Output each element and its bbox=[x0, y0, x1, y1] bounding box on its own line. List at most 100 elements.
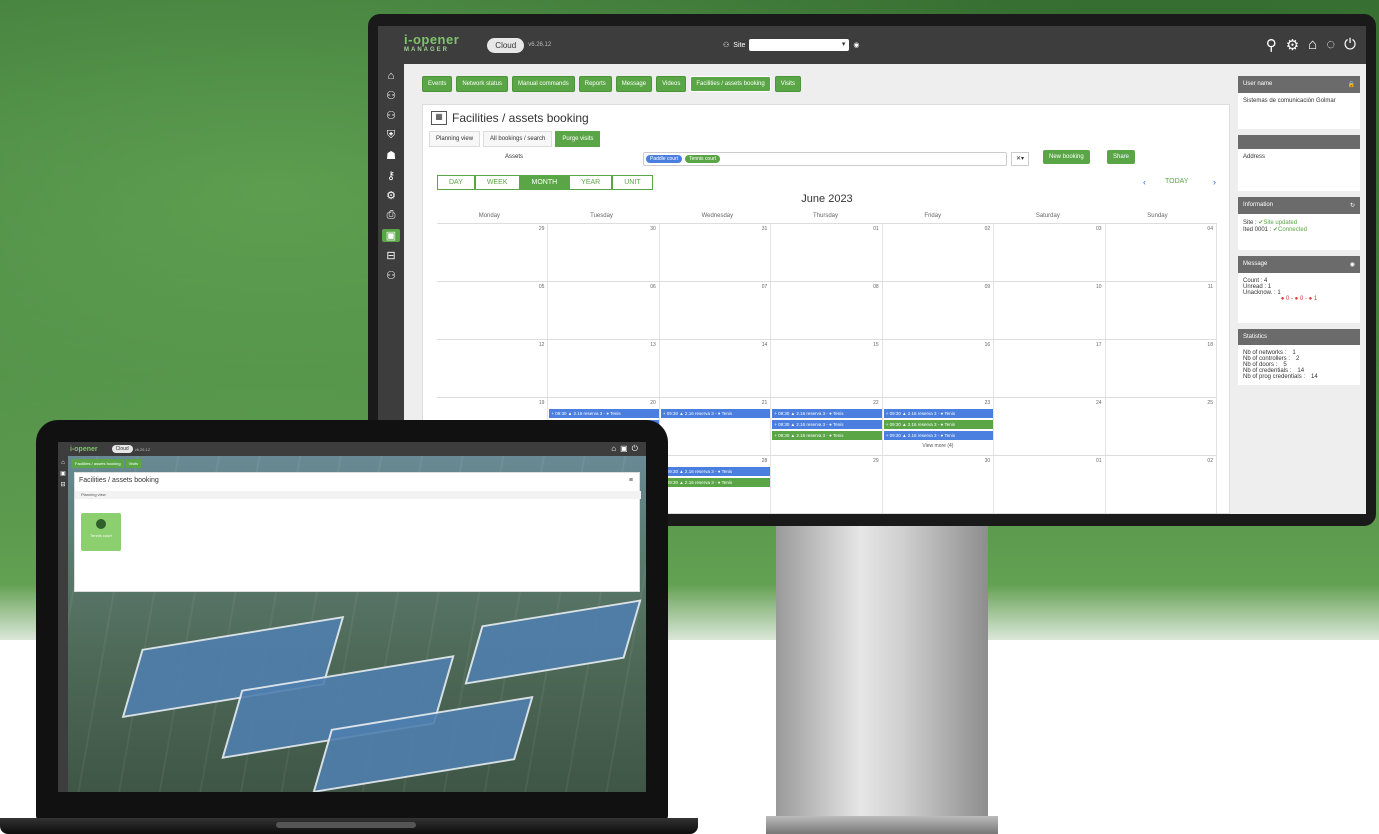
booking-event[interactable]: + 09:30 ▲ 2.16 reserva 3 - ● Tenis bbox=[883, 431, 994, 440]
module-network-status-button[interactable]: Network status bbox=[456, 76, 509, 92]
app-logo[interactable]: i-opener MANAGER bbox=[404, 33, 459, 55]
home-icon[interactable]: ⌂ bbox=[388, 70, 395, 82]
site-dropdown[interactable]: ▾ bbox=[749, 39, 850, 51]
booking-event[interactable]: + 09:30 ▲ 2.16 reserva 3 - ● Tenis bbox=[660, 467, 771, 476]
day-cell[interactable]: 08 bbox=[771, 282, 883, 339]
assets-select[interactable]: Paddle court Tennis court bbox=[643, 152, 1007, 166]
booking-event[interactable]: + 09:30 ▲ 2.16 reserva 3 - ● Tenis bbox=[660, 409, 771, 418]
day-cell[interactable]: 29 bbox=[437, 224, 549, 281]
day-cell[interactable]: 01 bbox=[994, 456, 1106, 513]
day-cell[interactable]: 02 bbox=[883, 224, 995, 281]
day-cell[interactable]: 11 bbox=[1106, 282, 1217, 339]
asset-chip[interactable]: Tennis court bbox=[685, 155, 721, 163]
settings-icon[interactable]: ⚙ bbox=[386, 189, 396, 202]
devices-icon[interactable]: ⚇ bbox=[386, 109, 396, 122]
home-icon[interactable]: ⌂ bbox=[611, 444, 616, 454]
new-booking-button[interactable]: New booking bbox=[1043, 150, 1090, 164]
day-cell[interactable]: 06 bbox=[548, 282, 660, 339]
booking-icon[interactable]: ▣ bbox=[382, 229, 400, 242]
asset-tile[interactable]: Tennis court bbox=[81, 513, 121, 551]
view-day-button[interactable]: DAY bbox=[437, 175, 475, 190]
view-more-link[interactable]: View more (4) bbox=[922, 443, 953, 449]
logout-icon[interactable]: ⏻ bbox=[632, 444, 638, 454]
day-cell[interactable]: 29 bbox=[771, 456, 883, 513]
home-icon[interactable]: ⌂ bbox=[1308, 36, 1317, 54]
purge-visits-button[interactable]: Purge visits bbox=[555, 131, 601, 147]
module-visits-button[interactable]: Visits bbox=[125, 459, 142, 468]
day-cell[interactable]: 02 bbox=[1106, 456, 1217, 513]
window-icon[interactable]: ▣ bbox=[620, 444, 628, 454]
day-cell[interactable]: 01 bbox=[771, 224, 883, 281]
day-cell[interactable]: 03 bbox=[994, 224, 1106, 281]
day-cell[interactable]: 07 bbox=[660, 282, 772, 339]
day-cell[interactable]: 15 bbox=[771, 340, 883, 397]
laptop-notch bbox=[276, 822, 416, 828]
booking-event[interactable]: + 09:30 ▲ 2.16 reserva 3 - ● Tenis bbox=[772, 431, 882, 440]
view-year-button[interactable]: YEAR bbox=[569, 175, 613, 190]
tab-planning-view[interactable]: Planning view bbox=[75, 491, 641, 499]
day-cell[interactable]: 12 bbox=[437, 340, 549, 397]
today-button[interactable]: TODAY bbox=[1165, 178, 1188, 185]
module-booking-button[interactable]: Facilities / assets booking bbox=[690, 76, 771, 92]
chevron-right-icon[interactable]: › bbox=[1213, 177, 1216, 187]
day-cell[interactable]: 18 bbox=[1106, 340, 1217, 397]
print-icon[interactable]: ⎙ bbox=[387, 209, 396, 222]
briefcase-icon[interactable]: ⊟ bbox=[386, 249, 395, 262]
module-manual-commands-button[interactable]: Manual commands bbox=[512, 76, 575, 92]
day-cell[interactable]: 10 bbox=[994, 282, 1106, 339]
network-icon[interactable]: ⚇ bbox=[386, 89, 396, 102]
sites-icon[interactable]: ⚇ bbox=[386, 269, 396, 282]
asset-chip[interactable]: Paddle court bbox=[646, 155, 683, 163]
refresh-icon[interactable]: ↻ bbox=[1350, 202, 1355, 209]
menu-icon[interactable]: ≡ bbox=[629, 477, 633, 484]
booking-event[interactable]: + 09:30 ▲ 2.16 reserva 3 - ● Tenis bbox=[660, 478, 771, 487]
module-videos-button[interactable]: Videos bbox=[656, 76, 687, 92]
day-cell[interactable]: 21 bbox=[660, 398, 772, 455]
day-cell[interactable]: 14 bbox=[660, 340, 772, 397]
view-unit-button[interactable]: UNIT bbox=[612, 175, 653, 190]
eye-icon[interactable]: ◉ bbox=[853, 41, 859, 49]
booking-event[interactable]: + 09:30 ▲ 2.16 reserva 3 - ● Tenis bbox=[772, 420, 882, 429]
day-cell[interactable]: 16 bbox=[883, 340, 995, 397]
day-cell[interactable]: 17 bbox=[994, 340, 1106, 397]
module-reports-button[interactable]: Reports bbox=[578, 76, 612, 92]
day-cell[interactable]: 04 bbox=[1106, 224, 1217, 281]
booking-event[interactable]: + 09:30 ▲ 2.16 reserva 3 - ● Tenis bbox=[772, 409, 882, 418]
eye-icon[interactable]: ◉ bbox=[1350, 261, 1355, 268]
laptop-logo[interactable]: i-opener bbox=[70, 446, 98, 453]
module-booking-button[interactable]: Facilities / assets booking bbox=[72, 459, 124, 468]
chat-icon[interactable]: ◌ bbox=[1326, 36, 1335, 54]
module-visits-button[interactable]: Visits bbox=[774, 76, 801, 92]
booking-event[interactable]: + 09:30 ▲ 2.16 reserva 3 - ● Tenis bbox=[883, 420, 994, 429]
day-cell[interactable]: 30 bbox=[548, 224, 660, 281]
share-button[interactable]: Share bbox=[1107, 150, 1136, 164]
home-icon[interactable]: ⌂ bbox=[61, 460, 65, 466]
day-cell[interactable]: 09 bbox=[883, 282, 995, 339]
module-events-button[interactable]: Events bbox=[422, 76, 453, 92]
day-cell[interactable]: 05 bbox=[437, 282, 549, 339]
booking-event[interactable]: + 09:30 ▲ 2.16 reserva 3 - ● Tenis bbox=[883, 409, 994, 418]
module-message-button[interactable]: Message bbox=[615, 76, 653, 92]
shield-icon[interactable]: ⛨ bbox=[387, 129, 395, 142]
gear-icon[interactable]: ⚙ bbox=[1286, 36, 1299, 54]
access-icon[interactable]: ⚷ bbox=[387, 169, 395, 182]
view-month-button[interactable]: MONTH bbox=[519, 175, 570, 190]
tab-planning-view[interactable]: Planning view bbox=[429, 131, 481, 147]
lock-icon[interactable]: 🔒 bbox=[1348, 81, 1355, 88]
briefcase-icon[interactable]: ⊟ bbox=[60, 481, 65, 488]
day-cell[interactable]: 24 bbox=[994, 398, 1106, 455]
booking-icon[interactable]: ▣ bbox=[60, 470, 66, 477]
booking-event[interactable]: + 09:30 ▲ 2.16 reserva 3 - ● Tenis bbox=[549, 409, 659, 418]
view-week-button[interactable]: WEEK bbox=[474, 175, 520, 190]
day-cell[interactable]: 13 bbox=[548, 340, 660, 397]
day-cell[interactable]: 25 bbox=[1106, 398, 1217, 455]
users-icon[interactable]: ☗ bbox=[386, 149, 396, 162]
assets-clear-button[interactable]: ✕▾ bbox=[1011, 152, 1029, 166]
chevron-left-icon[interactable]: ‹ bbox=[1143, 177, 1146, 187]
day-cell[interactable]: 30 bbox=[883, 456, 995, 513]
logout-icon[interactable]: ⏻ bbox=[1344, 36, 1356, 54]
day-cell[interactable]: 31 bbox=[660, 224, 772, 281]
week-row: 12 13 14 15 16 17 18 bbox=[437, 339, 1217, 397]
tab-all-bookings[interactable]: All bookings / search bbox=[483, 131, 553, 147]
search-icon[interactable]: ⚲ bbox=[1266, 36, 1277, 54]
